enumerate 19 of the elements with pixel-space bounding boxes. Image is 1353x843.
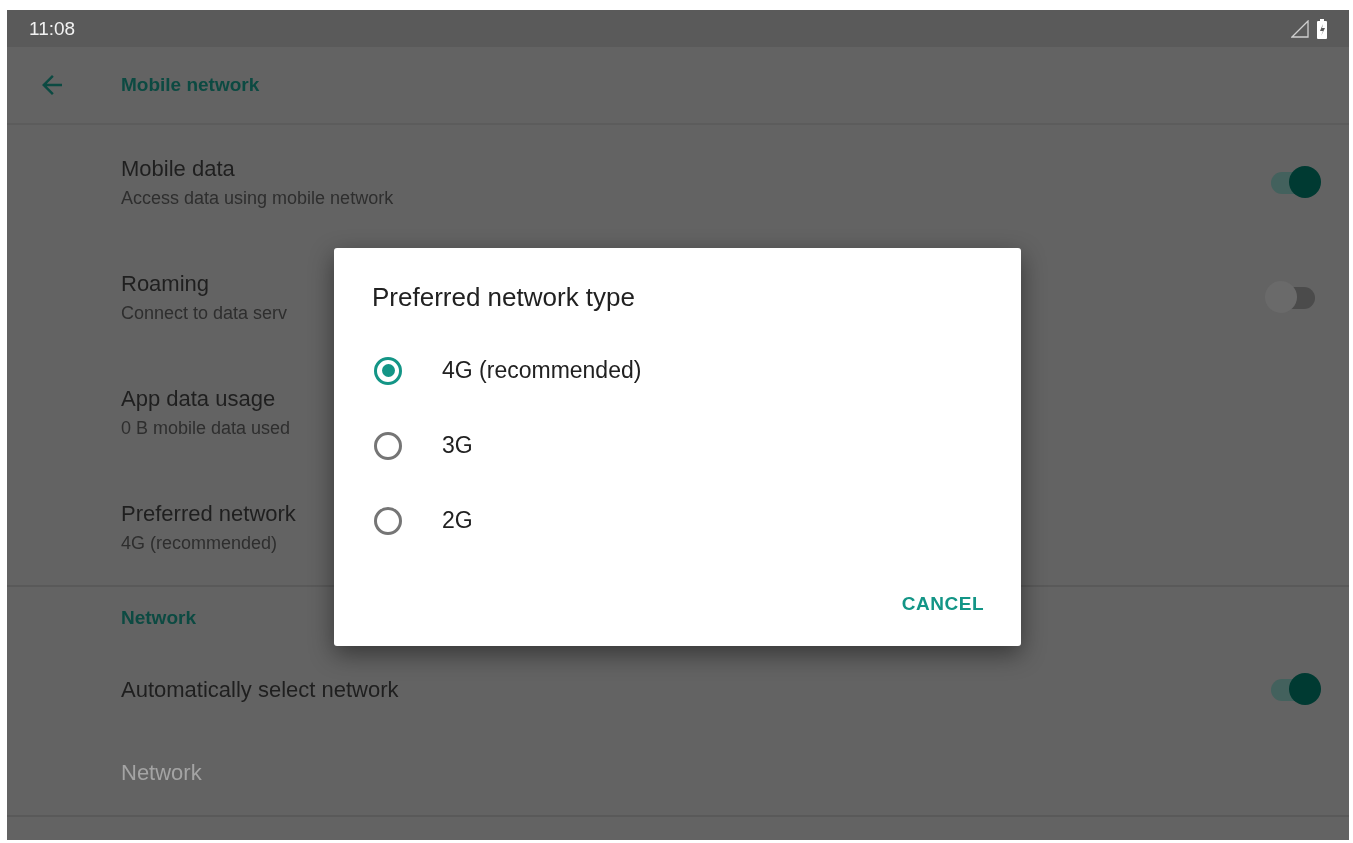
setting-title: Automatically select network — [121, 677, 399, 703]
cancel-button[interactable]: CANCEL — [901, 587, 984, 621]
option-label[interactable]: 3G — [442, 432, 473, 459]
setting-title: App data usage — [121, 386, 277, 412]
status-time: 11:08 — [29, 17, 76, 40]
signal-icon — [1291, 19, 1309, 38]
screen-title: Mobile network — [121, 74, 260, 96]
dialog-title: Preferred network type — [372, 282, 636, 313]
setting-title: Preferred network — [121, 501, 296, 527]
option-label[interactable]: 4G (recommended) — [442, 357, 642, 384]
battery-icon — [1317, 18, 1327, 39]
option-label[interactable]: 2G — [442, 507, 473, 534]
setting-title: Roaming — [121, 271, 211, 297]
radio-button[interactable] — [374, 356, 402, 385]
radio-button[interactable] — [374, 431, 402, 460]
section-header: Network — [121, 607, 196, 629]
setting-title: Network — [121, 760, 202, 786]
setting-title: Mobile data — [121, 156, 236, 182]
radio-button[interactable] — [374, 506, 402, 535]
